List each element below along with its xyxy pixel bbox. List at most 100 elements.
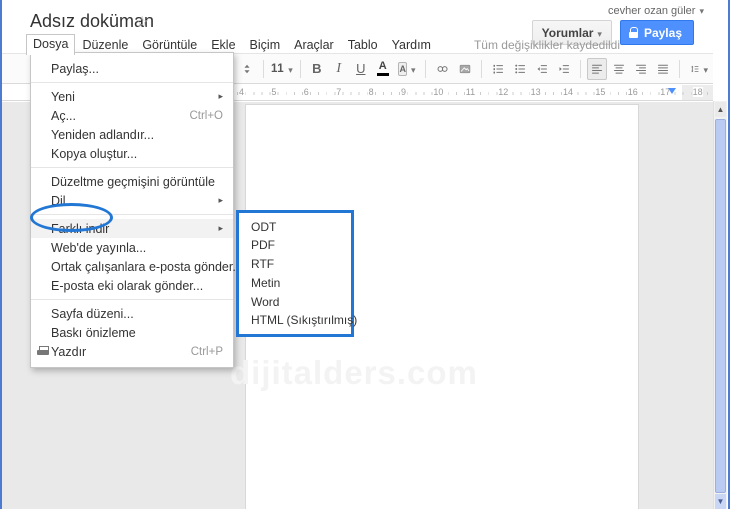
font-size-select[interactable]: 11: [270, 58, 294, 80]
bulleted-list-button[interactable]: [510, 58, 530, 80]
file-menu-item[interactable]: Sayfa düzeni...: [31, 304, 233, 323]
file-menu-item[interactable]: [31, 82, 233, 83]
scroll-up-button[interactable]: [715, 102, 726, 117]
toolbar-separator: [425, 59, 427, 78]
file-menu-item[interactable]: [31, 167, 233, 168]
ruler-number: 14: [563, 87, 574, 97]
menu-item-icon: [37, 280, 49, 291]
star-icon[interactable]: [135, 12, 149, 32]
text-color-swatch: [376, 73, 389, 76]
download-submenu: ODT PDF RTF Metin Word HTML (Sıkıştırılm…: [236, 210, 357, 337]
indent-button[interactable]: [554, 58, 574, 80]
ruler-number: 6: [303, 87, 309, 97]
chevron-down-icon: [695, 5, 704, 17]
text-color-button[interactable]: A: [373, 58, 393, 80]
download-submenu-item[interactable]: Metin: [239, 276, 351, 290]
chevron-down-icon: [284, 60, 293, 78]
menu-item-icon: [37, 91, 49, 102]
file-menu-item[interactable]: Dil: [31, 191, 233, 210]
save-status[interactable]: Tüm değişiklikler kaydedildi: [474, 38, 620, 52]
file-menu-item[interactable]: Kopya oluştur...: [31, 144, 233, 163]
insert-link-button[interactable]: [432, 58, 453, 80]
font-dropdown-spinner-icon[interactable]: [237, 58, 257, 80]
download-submenu-item[interactable]: ODT: [239, 220, 351, 234]
menubar-item[interactable]: Dosya: [26, 34, 76, 55]
vertical-scrollbar[interactable]: [713, 101, 727, 509]
toolbar-separator: [263, 59, 264, 78]
line-spacing-icon: [691, 65, 699, 72]
file-menu-item[interactable]: Yeni: [31, 87, 233, 106]
ruler-number: 8: [368, 87, 374, 97]
align-left-button[interactable]: [587, 57, 608, 80]
download-submenu-item[interactable]: RTF: [239, 257, 351, 271]
menu-item-icon: [37, 308, 49, 319]
italic-glyph: I: [336, 60, 342, 76]
italic-button[interactable]: I: [329, 58, 349, 80]
watermark-text: dijitalders.com: [230, 354, 478, 391]
underline-glyph: U: [356, 61, 366, 76]
menubar-item[interactable]: Yardım: [385, 36, 438, 54]
submenu-arrow-icon: [218, 223, 223, 234]
file-menu-item[interactable]: [31, 214, 233, 215]
underline-button[interactable]: U: [351, 58, 371, 80]
align-right-button[interactable]: [631, 58, 651, 80]
ruler-number: 9: [401, 87, 407, 97]
google-docs-window: Adsız doküman cevher ozan güler Yorumlar…: [0, 0, 730, 509]
menu-item-icon: [37, 261, 49, 272]
file-menu-item[interactable]: Farklı indir: [31, 219, 233, 238]
chevron-down-icon: [699, 60, 708, 78]
align-center-button[interactable]: [609, 58, 629, 80]
file-menu-item[interactable]: Yazdır Ctrl+P: [31, 342, 233, 361]
account-menu[interactable]: cevher ozan güler: [608, 5, 704, 17]
file-menu-item[interactable]: Baskı önizleme: [31, 323, 233, 342]
file-menu-item[interactable]: Ortak çalışanlara e-posta gönder...: [31, 257, 243, 276]
download-submenu-item[interactable]: Word: [239, 295, 351, 309]
outdent-button[interactable]: [532, 58, 552, 80]
scroll-down-button[interactable]: [715, 494, 726, 509]
toolbar-separator: [679, 59, 681, 78]
share-label: Paylaş: [643, 25, 682, 40]
line-spacing-button[interactable]: [686, 58, 712, 80]
download-submenu-item[interactable]: HTML (Sıkıştırılmış): [239, 313, 357, 327]
submenu-arrow-icon: [218, 91, 223, 102]
share-button[interactable]: Paylaş: [619, 20, 694, 45]
menubar-item[interactable]: Tablo: [341, 36, 385, 54]
file-menu-item[interactable]: Düzeltme geçmişini görüntüle: [31, 172, 233, 191]
insert-image-button[interactable]: [455, 58, 475, 80]
ruler-number: 15: [595, 87, 606, 97]
file-menu-item[interactable]: Paylaş...: [31, 59, 233, 78]
ruler-margin-marker[interactable]: [668, 88, 676, 94]
account-name: cevher ozan güler: [608, 5, 696, 17]
ruler-number: 10: [433, 87, 444, 97]
menubar-item[interactable]: Ekle: [204, 36, 242, 54]
file-menu-item[interactable]: Aç... Ctrl+O: [31, 106, 233, 125]
menubar-item[interactable]: Biçim: [243, 36, 288, 54]
menu-bar: Dosya Düzenle Görüntüle Ekle Biçim Araçl…: [26, 34, 620, 55]
file-menu-item[interactable]: E-posta eki olarak gönder...: [31, 276, 233, 295]
scrollbar-thumb[interactable]: [715, 119, 726, 493]
lock-icon: [628, 27, 639, 38]
submenu-arrow-icon: [218, 195, 223, 206]
menu-item-icon: [37, 110, 49, 121]
highlight-color-button[interactable]: A: [395, 58, 419, 80]
menu-item-icon: [37, 195, 49, 206]
ruler-number: 16: [627, 87, 638, 97]
menubar-item[interactable]: Araçlar: [287, 36, 341, 54]
file-menu-item[interactable]: [31, 299, 233, 300]
chevron-down-icon: [407, 60, 416, 78]
menubar-item[interactable]: Görüntüle: [135, 36, 204, 54]
menu-item-icon: [37, 242, 49, 253]
numbered-list-button[interactable]: [488, 58, 508, 80]
justify-button[interactable]: [653, 58, 673, 80]
ruler-number: 12: [498, 87, 509, 97]
font-size-value: 11: [271, 62, 285, 75]
menubar-item[interactable]: Düzenle: [75, 36, 135, 54]
menu-item-icon: [37, 346, 49, 357]
bold-button[interactable]: B: [307, 58, 327, 80]
file-menu-item[interactable]: Yeniden adlandır...: [31, 125, 233, 144]
menu-item-shortcut: Ctrl+P: [190, 345, 223, 358]
ruler-number: 4: [239, 87, 245, 97]
download-submenu-item[interactable]: PDF: [239, 238, 351, 252]
file-menu-item[interactable]: Web'de yayınla...: [31, 238, 233, 257]
menu-item-icon: [37, 148, 49, 159]
